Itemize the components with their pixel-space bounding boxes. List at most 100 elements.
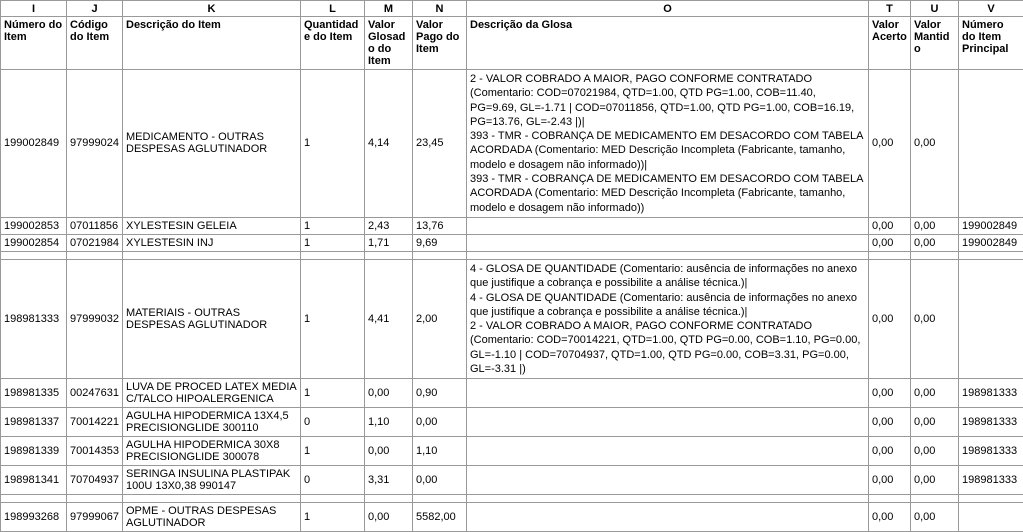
cell-l[interactable]: 1 [301, 217, 365, 234]
blank-cell[interactable] [413, 495, 467, 503]
blank-cell[interactable] [467, 251, 869, 259]
cell-k[interactable]: AGULHA HIPODERMICA 13X4,5 PRECISIONGLIDE… [123, 408, 301, 437]
cell-k[interactable]: OPME - OUTRAS DESPESAS AGLUTINADOR [123, 503, 301, 532]
cell-o[interactable] [467, 234, 869, 251]
blank-cell[interactable] [869, 495, 911, 503]
cell-m[interactable]: 1,10 [365, 408, 413, 437]
blank-cell[interactable] [869, 251, 911, 259]
cell-v[interactable]: 198981333 [959, 379, 1023, 408]
cell-j[interactable]: 07021984 [67, 234, 123, 251]
cell-i[interactable]: 198993268 [1, 503, 67, 532]
cell-k[interactable]: MATERIAIS - OUTRAS DESPESAS AGLUTINADOR [123, 259, 301, 378]
cell-m[interactable]: 4,14 [365, 70, 413, 218]
cell-t[interactable]: 0,00 [869, 70, 911, 218]
column-letter[interactable]: M [365, 1, 413, 17]
cell-v[interactable]: 198981333 [959, 408, 1023, 437]
cell-o[interactable] [467, 217, 869, 234]
blank-cell[interactable] [911, 251, 959, 259]
cell-k[interactable]: LUVA DE PROCED LATEX MEDIA C/TALCO HIPOA… [123, 379, 301, 408]
blank-cell[interactable] [959, 251, 1023, 259]
cell-n[interactable]: 1,10 [413, 437, 467, 466]
cell-t[interactable]: 0,00 [869, 466, 911, 495]
cell-l[interactable]: 1 [301, 234, 365, 251]
cell-o[interactable] [467, 437, 869, 466]
cell-n[interactable]: 9,69 [413, 234, 467, 251]
cell-o[interactable]: 2 - VALOR COBRADO A MAIOR, PAGO CONFORME… [467, 70, 869, 218]
column-header[interactable]: Valor Acerto [869, 17, 911, 70]
cell-m[interactable]: 3,31 [365, 466, 413, 495]
blank-cell[interactable] [67, 495, 123, 503]
column-letter[interactable]: L [301, 1, 365, 17]
cell-i[interactable]: 199002853 [1, 217, 67, 234]
cell-i[interactable]: 199002849 [1, 70, 67, 218]
cell-l[interactable]: 1 [301, 379, 365, 408]
cell-v[interactable] [959, 70, 1023, 218]
cell-l[interactable]: 0 [301, 466, 365, 495]
cell-i[interactable]: 198981341 [1, 466, 67, 495]
cell-j[interactable]: 70704937 [67, 466, 123, 495]
column-letter[interactable]: N [413, 1, 467, 17]
cell-n[interactable]: 23,45 [413, 70, 467, 218]
cell-o[interactable] [467, 408, 869, 437]
cell-n[interactable]: 2,00 [413, 259, 467, 378]
column-letter[interactable]: V [959, 1, 1023, 17]
cell-o[interactable] [467, 503, 869, 532]
cell-j[interactable]: 70014353 [67, 437, 123, 466]
column-header[interactable]: Quantidade do Item [301, 17, 365, 70]
column-letter[interactable]: K [123, 1, 301, 17]
cell-o[interactable]: 4 - GLOSA DE QUANTIDADE (Comentario: aus… [467, 259, 869, 378]
column-header[interactable]: Valor Glosado do Item [365, 17, 413, 70]
column-letter[interactable]: J [67, 1, 123, 17]
cell-t[interactable]: 0,00 [869, 217, 911, 234]
cell-t[interactable]: 0,00 [869, 437, 911, 466]
cell-i[interactable]: 198981333 [1, 259, 67, 378]
cell-n[interactable]: 5582,00 [413, 503, 467, 532]
cell-u[interactable]: 0,00 [911, 466, 959, 495]
cell-t[interactable]: 0,00 [869, 379, 911, 408]
blank-cell[interactable] [911, 495, 959, 503]
cell-k[interactable]: MEDICAMENTO - OUTRAS DESPESAS AGLUTINADO… [123, 70, 301, 218]
cell-t[interactable]: 0,00 [869, 234, 911, 251]
cell-k[interactable]: XYLESTESIN GELEIA [123, 217, 301, 234]
cell-m[interactable]: 4,41 [365, 259, 413, 378]
cell-i[interactable]: 199002854 [1, 234, 67, 251]
cell-u[interactable]: 0,00 [911, 379, 959, 408]
blank-cell[interactable] [1, 495, 67, 503]
cell-v[interactable] [959, 503, 1023, 532]
cell-n[interactable]: 13,76 [413, 217, 467, 234]
blank-cell[interactable] [67, 251, 123, 259]
cell-t[interactable]: 0,00 [869, 408, 911, 437]
column-letter[interactable]: I [1, 1, 67, 17]
cell-o[interactable] [467, 466, 869, 495]
cell-m[interactable]: 0,00 [365, 379, 413, 408]
cell-j[interactable]: 97999024 [67, 70, 123, 218]
cell-u[interactable]: 0,00 [911, 408, 959, 437]
cell-j[interactable]: 97999032 [67, 259, 123, 378]
column-header[interactable]: Número do Item Principal [959, 17, 1023, 70]
cell-i[interactable]: 198981339 [1, 437, 67, 466]
cell-t[interactable]: 0,00 [869, 259, 911, 378]
cell-k[interactable]: AGULHA HIPODERMICA 30X8 PRECISIONGLIDE 3… [123, 437, 301, 466]
column-header[interactable]: Código do Item [67, 17, 123, 70]
cell-u[interactable]: 0,00 [911, 234, 959, 251]
cell-t[interactable]: 0,00 [869, 503, 911, 532]
cell-m[interactable]: 2,43 [365, 217, 413, 234]
cell-l[interactable]: 1 [301, 70, 365, 218]
blank-cell[interactable] [301, 251, 365, 259]
cell-u[interactable]: 0,00 [911, 70, 959, 218]
cell-k[interactable]: SERINGA INSULINA PLASTIPAK 100U 13X0,38 … [123, 466, 301, 495]
cell-u[interactable]: 0,00 [911, 437, 959, 466]
cell-l[interactable]: 1 [301, 437, 365, 466]
cell-v[interactable]: 198981333 [959, 466, 1023, 495]
cell-k[interactable]: XYLESTESIN INJ [123, 234, 301, 251]
cell-l[interactable]: 1 [301, 259, 365, 378]
cell-m[interactable]: 1,71 [365, 234, 413, 251]
column-letter[interactable]: U [911, 1, 959, 17]
column-header[interactable]: Valor Mantido [911, 17, 959, 70]
cell-v[interactable]: 198981333 [959, 437, 1023, 466]
cell-o[interactable] [467, 379, 869, 408]
cell-l[interactable]: 0 [301, 408, 365, 437]
cell-u[interactable]: 0,00 [911, 259, 959, 378]
cell-v[interactable] [959, 259, 1023, 378]
blank-cell[interactable] [301, 495, 365, 503]
